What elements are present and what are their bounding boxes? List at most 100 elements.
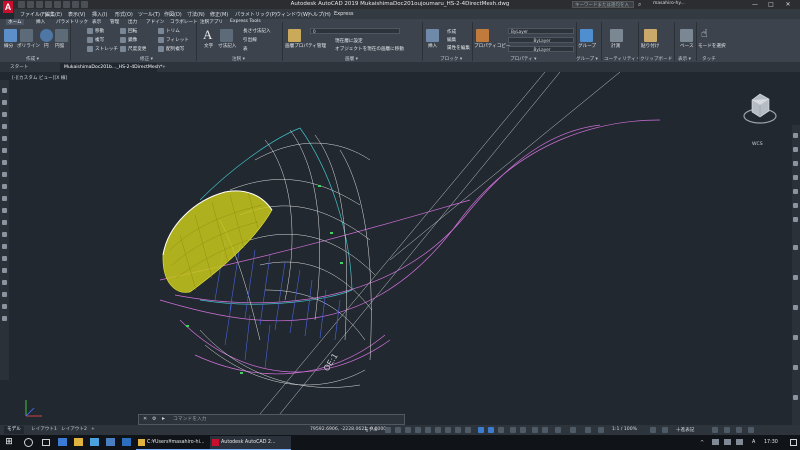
new-file-icon[interactable] (18, 1, 25, 8)
touch-select-icon[interactable]: ☝ (701, 27, 714, 40)
3d-object-snap-icon[interactable] (488, 427, 494, 433)
rotate-label[interactable]: 回転 (128, 28, 137, 34)
rotate-icon[interactable] (120, 28, 126, 34)
polar-icon[interactable] (415, 427, 421, 433)
ribbon-tab-insert[interactable]: 挿入 (36, 19, 45, 25)
annotation-visibility-icon[interactable] (532, 427, 538, 433)
selection-cycling-icon[interactable] (478, 427, 484, 433)
palette-icon[interactable] (793, 365, 798, 370)
make-current-button[interactable]: 現在層に設定 (335, 38, 363, 44)
scale-label[interactable]: 尺度変更 (128, 46, 146, 52)
palette-icon[interactable] (2, 244, 7, 249)
copy-label[interactable]: 複写 (95, 37, 104, 43)
ribbon-tab-express-tools[interactable]: Express Tools (230, 19, 261, 24)
command-input[interactable]: コマンドを入力 (173, 416, 207, 424)
paste-label[interactable]: 貼り付け (641, 43, 659, 49)
palette-icon[interactable] (2, 292, 7, 297)
ribbon-tab-home[interactable]: ホーム (6, 19, 24, 25)
base-view-label[interactable]: ベース (680, 43, 694, 49)
palette-icon[interactable] (2, 220, 7, 225)
add-layout-tab[interactable]: + (88, 426, 98, 434)
arc-icon[interactable] (55, 29, 68, 42)
close-button[interactable]: ✕ (781, 0, 795, 9)
open-file-icon[interactable] (27, 1, 34, 8)
object-snap-tracking-icon[interactable] (435, 427, 441, 433)
palette-icon[interactable] (2, 100, 7, 105)
polyline-button-label[interactable]: ポリライン (17, 43, 40, 49)
palette-icon[interactable] (793, 161, 798, 166)
save-as-icon[interactable] (45, 1, 52, 8)
notification-icon[interactable] (790, 439, 797, 446)
user-account[interactable]: masahiro-hy... (653, 1, 685, 6)
gizmo-icon[interactable] (520, 427, 526, 433)
taskbar-autocad-window[interactable]: Autodesk AutoCAD 2... (210, 436, 291, 450)
create-block-label[interactable]: 作成 (447, 29, 456, 35)
palette-icon[interactable] (2, 184, 7, 189)
copy-icon[interactable] (87, 37, 93, 43)
annotation-monitor-icon[interactable] (585, 427, 591, 433)
undo-icon[interactable] (63, 1, 70, 8)
palette-icon[interactable] (793, 203, 798, 208)
circle-button-label[interactable]: 円 (44, 43, 49, 49)
edge-icon[interactable] (58, 438, 67, 446)
units-readout[interactable]: 十進表記 (676, 427, 694, 433)
fillet-label[interactable]: フィレット (166, 37, 189, 43)
dimension-icon[interactable] (220, 29, 233, 42)
ortho-icon[interactable] (405, 427, 411, 433)
select-mode-label[interactable]: モードを選択 (698, 43, 726, 49)
palette-icon[interactable] (2, 160, 7, 165)
workspace-gear-icon[interactable] (570, 427, 576, 433)
menu-modify[interactable]: 修正(M) (210, 11, 228, 18)
palette-icon[interactable] (793, 395, 798, 400)
trim-label[interactable]: トリム (166, 28, 180, 34)
start-button[interactable]: ⊞ (4, 437, 14, 447)
menu-parametric[interactable]: パラメトリック(P) (235, 11, 277, 18)
palette-icon[interactable] (2, 136, 7, 141)
paste-icon[interactable] (644, 29, 657, 42)
lineweight-icon[interactable] (455, 427, 461, 433)
search-icon[interactable]: ⌕ (638, 1, 645, 8)
wrench-icon[interactable]: ⚙ (152, 416, 156, 422)
app-icon[interactable] (122, 438, 131, 446)
match-properties-label[interactable]: プロパティコピー (474, 43, 510, 49)
line-icon[interactable] (4, 29, 17, 42)
viewport-controls[interactable]: [-][カスタム ビュー][X 線] (12, 75, 67, 81)
palette-icon[interactable] (2, 208, 7, 213)
start-tab[interactable]: スタート (6, 63, 58, 72)
polyline-icon[interactable] (20, 29, 33, 42)
palette-icon[interactable] (793, 305, 798, 310)
model-space-toggle[interactable]: モデル (364, 427, 378, 433)
lineweight-dropdown[interactable]: ByLayer (508, 46, 574, 52)
menu-view[interactable]: 表示(V) (68, 11, 85, 18)
auto-scale-icon[interactable] (542, 427, 548, 433)
circle-icon[interactable] (40, 29, 53, 42)
measure-icon[interactable] (610, 29, 623, 42)
menu-format[interactable]: 形式(O) (115, 11, 133, 18)
ribbon-tab-collaborate[interactable]: コラボレート (170, 19, 198, 25)
ribbon-tab-manage[interactable]: 管理 (110, 19, 119, 25)
dimension-button-label[interactable]: 寸法記入 (218, 43, 236, 49)
palette-icon[interactable] (793, 189, 798, 194)
insert-block-label[interactable]: 挿入 (428, 43, 437, 49)
isolate-objects-icon[interactable] (712, 427, 718, 433)
palette-icon[interactable] (793, 245, 798, 250)
menu-edit[interactable]: 編集(E) (45, 11, 62, 18)
selection-filter-icon[interactable] (510, 427, 516, 433)
menu-insert[interactable]: 挿入(I) (92, 11, 107, 18)
measure-label[interactable]: 計測 (611, 43, 620, 49)
menu-draw[interactable]: 作図(D) (164, 11, 182, 18)
text-icon[interactable]: A (203, 28, 216, 41)
battery-icon[interactable] (736, 439, 743, 445)
trim-icon[interactable] (158, 28, 164, 34)
drawing-canvas[interactable] (0, 71, 800, 430)
move-icon[interactable] (87, 28, 93, 34)
mirror-icon[interactable] (120, 37, 126, 43)
text-button-label[interactable]: 文字 (204, 43, 213, 49)
layout1-tab[interactable]: レイアウト1 (28, 426, 60, 434)
palette-icon[interactable] (2, 112, 7, 117)
view-cube[interactable] (742, 88, 778, 128)
hardware-acceleration-icon[interactable] (724, 427, 730, 433)
palette-icon[interactable] (2, 268, 7, 273)
file-explorer-icon[interactable] (74, 438, 83, 446)
arc-button-label[interactable]: 円弧 (55, 43, 64, 49)
